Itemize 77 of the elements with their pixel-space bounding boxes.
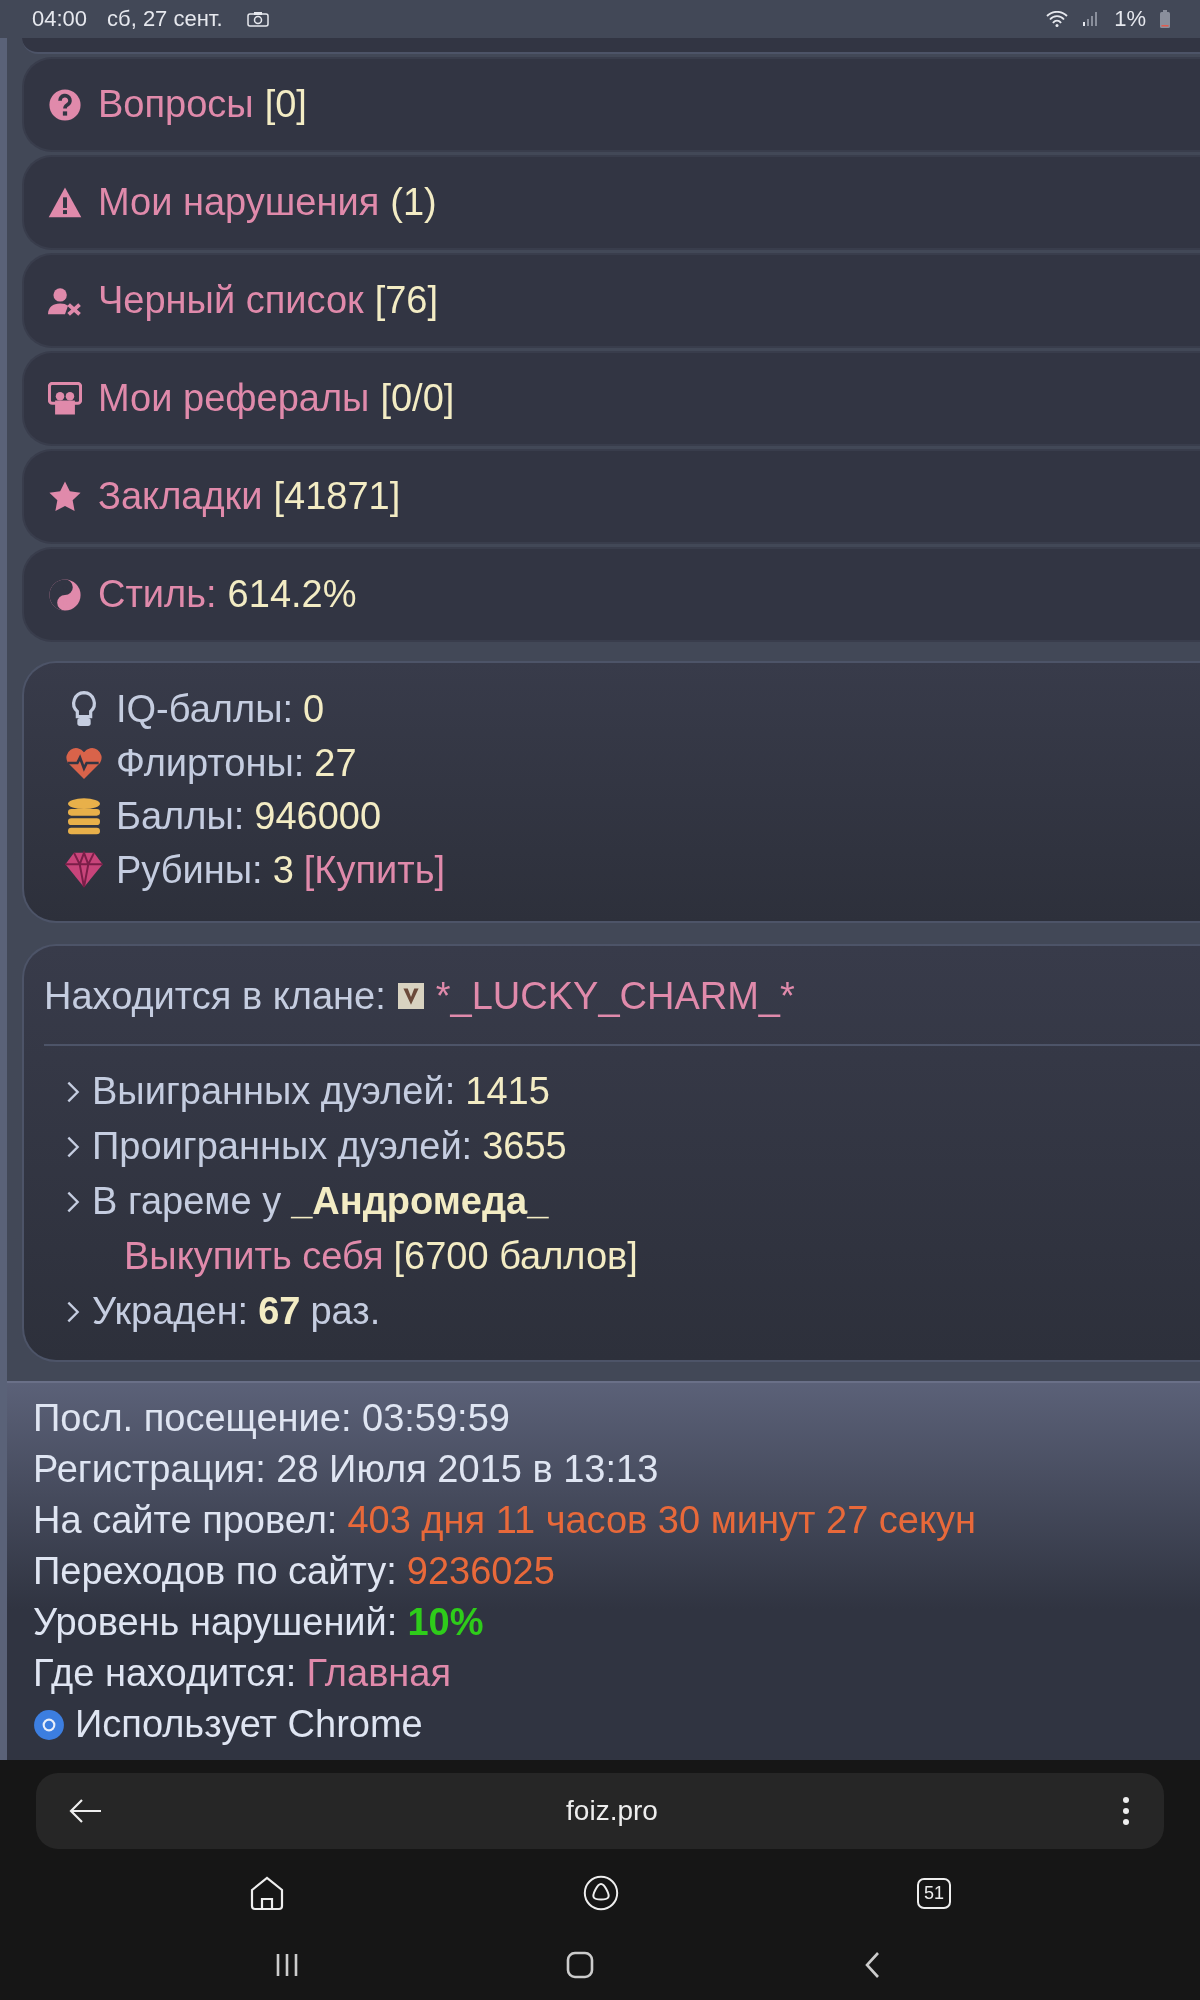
wifi-icon xyxy=(1046,11,1069,27)
menu-count: [0/0] xyxy=(380,377,455,420)
referral-icon xyxy=(48,381,82,416)
assistant-icon[interactable] xyxy=(582,1875,619,1911)
url-text: foiz.pro xyxy=(565,1795,659,1827)
info-label: Уровень нарушений: xyxy=(33,1601,398,1644)
menu-count: [76] xyxy=(374,279,439,322)
menu-label: Вопросы xyxy=(98,83,254,126)
menu-item[interactable]: Стиль: 614.2% xyxy=(22,547,1200,642)
status-date: сб, 27 сент. xyxy=(107,6,223,32)
buy-link[interactable]: [Купить] xyxy=(303,848,446,892)
info-label: Регистрация: 28 Июля 2015 в 13:13 xyxy=(33,1448,659,1491)
clan-label: Находится в клане: xyxy=(44,974,386,1018)
chevron-icon xyxy=(66,1134,80,1159)
stat-value: 946000 xyxy=(254,795,382,839)
menu-item[interactable]: Мои рефералы [0/0] xyxy=(22,351,1200,446)
menu-count: (1) xyxy=(390,181,437,224)
menu-label: Мои рефералы xyxy=(98,377,370,420)
menu-count: [41871] xyxy=(273,475,401,518)
back-arrow-icon[interactable] xyxy=(68,1798,102,1824)
menu-item[interactable]: Черный список [76] xyxy=(22,253,1200,348)
fact-suffix: раз. xyxy=(310,1290,381,1333)
menu-label: Стиль: xyxy=(98,573,217,616)
stat-label: Рубины: xyxy=(116,848,263,892)
buyout-price: [6700 баллов] xyxy=(393,1235,638,1278)
tabs-button[interactable]: 51 xyxy=(916,1877,951,1909)
more-icon[interactable] xyxy=(1122,1796,1130,1826)
menu-item[interactable]: Вопросы [0] xyxy=(22,57,1200,152)
star-icon xyxy=(48,479,82,514)
clan-emblem-icon xyxy=(397,983,424,1009)
menu-label: Закладки xyxy=(98,475,263,518)
buyout-link[interactable]: Выкупить себя xyxy=(124,1235,384,1278)
menu-label: Черный список xyxy=(98,279,364,322)
stat-value: 27 xyxy=(314,741,357,785)
status-time: 04:00 xyxy=(32,6,88,32)
menu-label: Мои нарушения xyxy=(98,181,380,224)
menu-count: 614.2% xyxy=(227,573,357,616)
home-button-icon[interactable] xyxy=(565,1949,595,1980)
fact-value: 1415 xyxy=(465,1070,550,1113)
address-bar[interactable]: foiz.pro xyxy=(36,1773,1164,1849)
stat-value: 3 xyxy=(272,848,294,892)
menu-item[interactable]: Мои нарушения (1) xyxy=(22,155,1200,250)
stat-label: IQ-баллы: xyxy=(116,688,293,732)
info-label: Переходов по сайту: xyxy=(33,1550,397,1593)
info-label: Где находится: xyxy=(33,1652,297,1695)
info-value: 10% xyxy=(407,1601,484,1644)
chevron-icon xyxy=(66,1079,80,1104)
stat-label: Флиртоны: xyxy=(116,741,305,785)
fact-label: В гареме у xyxy=(92,1180,282,1223)
menu-item[interactable]: Закладки [41871] xyxy=(22,449,1200,544)
home-icon[interactable] xyxy=(249,1875,285,1911)
help-icon xyxy=(48,87,82,122)
battery-level: 1% xyxy=(1114,6,1146,32)
info-label: На сайте провел: xyxy=(33,1499,338,1542)
info-value: Главная xyxy=(306,1652,452,1695)
signal-icon xyxy=(1082,11,1099,27)
browser-icon xyxy=(33,1708,65,1741)
chevron-icon xyxy=(66,1299,80,1324)
fact-value: 67 xyxy=(258,1290,301,1333)
stat-label: Баллы: xyxy=(116,795,245,839)
info-value: 403 дня 11 часов 30 минут 27 секун xyxy=(347,1499,976,1542)
stat-value: 0 xyxy=(303,688,325,732)
menu-count: [0] xyxy=(264,83,307,126)
warning-icon xyxy=(48,185,82,220)
yin-yang-icon xyxy=(48,577,82,612)
fact-label: Украден: xyxy=(92,1290,249,1333)
fact-value: 3655 xyxy=(482,1125,567,1168)
fact-value: _Андромеда_ xyxy=(291,1180,549,1223)
fact-label: Проигранных дуэлей: xyxy=(92,1125,473,1168)
info-label: Использует Chrome xyxy=(75,1703,423,1746)
camera-icon xyxy=(246,11,269,27)
battery-icon xyxy=(1160,10,1170,28)
clan-name-link[interactable]: *_LUCKY_CHARM_* xyxy=(435,974,795,1018)
chevron-icon xyxy=(66,1189,80,1214)
info-value: 9236025 xyxy=(406,1550,555,1593)
info-label: Посл. посещение: 03:59:59 xyxy=(33,1397,510,1440)
fact-label: Выигранных дуэлей: xyxy=(92,1070,456,1113)
